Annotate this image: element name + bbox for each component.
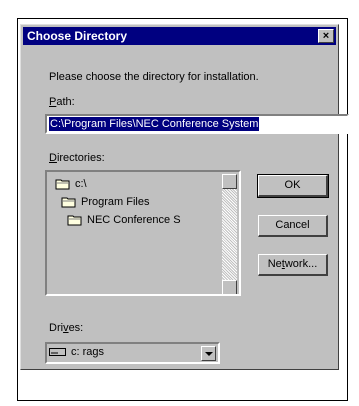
cancel-button[interactable]: Cancel xyxy=(258,215,328,237)
close-button[interactable]: × xyxy=(318,29,334,43)
scroll-down-button[interactable] xyxy=(222,280,237,294)
ok-button[interactable]: OK xyxy=(257,174,329,198)
directories-scrollbar[interactable] xyxy=(222,174,237,294)
directory-item-program-files[interactable]: Program Files xyxy=(61,196,149,208)
path-input[interactable]: C:\Program Files\NEC Conference System xyxy=(45,114,349,134)
drives-dropdown[interactable]: c: rags xyxy=(45,342,220,364)
title-bar[interactable]: Choose Directory × xyxy=(23,27,336,45)
path-value: C:\Program Files\NEC Conference System xyxy=(49,117,260,131)
directory-item-nec-conference[interactable]: NEC Conference S xyxy=(67,214,181,226)
network-button[interactable]: Network... xyxy=(258,254,328,276)
open-folder-icon xyxy=(61,196,77,208)
directories-label: Directories: xyxy=(49,152,105,164)
directory-item-c[interactable]: c:\ xyxy=(55,178,87,190)
instruction-text: Please choose the directory for installa… xyxy=(49,71,259,83)
drive-icon xyxy=(49,347,67,357)
choose-directory-dialog: Choose Directory × Please choose the dir… xyxy=(20,24,349,370)
path-label: Path: xyxy=(49,96,75,108)
close-icon: × xyxy=(322,30,330,42)
directories-list[interactable]: c:\ Program Files NEC Conference S xyxy=(45,170,241,296)
drives-label: Drives: xyxy=(49,322,84,334)
drive-selected: c: rags xyxy=(49,346,104,358)
dialog-title: Choose Directory xyxy=(27,29,128,43)
open-folder-icon xyxy=(67,214,83,226)
chevron-down-icon xyxy=(205,352,213,356)
dropdown-arrow-button[interactable] xyxy=(201,346,216,361)
open-folder-icon xyxy=(55,178,71,190)
scroll-up-button[interactable] xyxy=(222,174,237,189)
